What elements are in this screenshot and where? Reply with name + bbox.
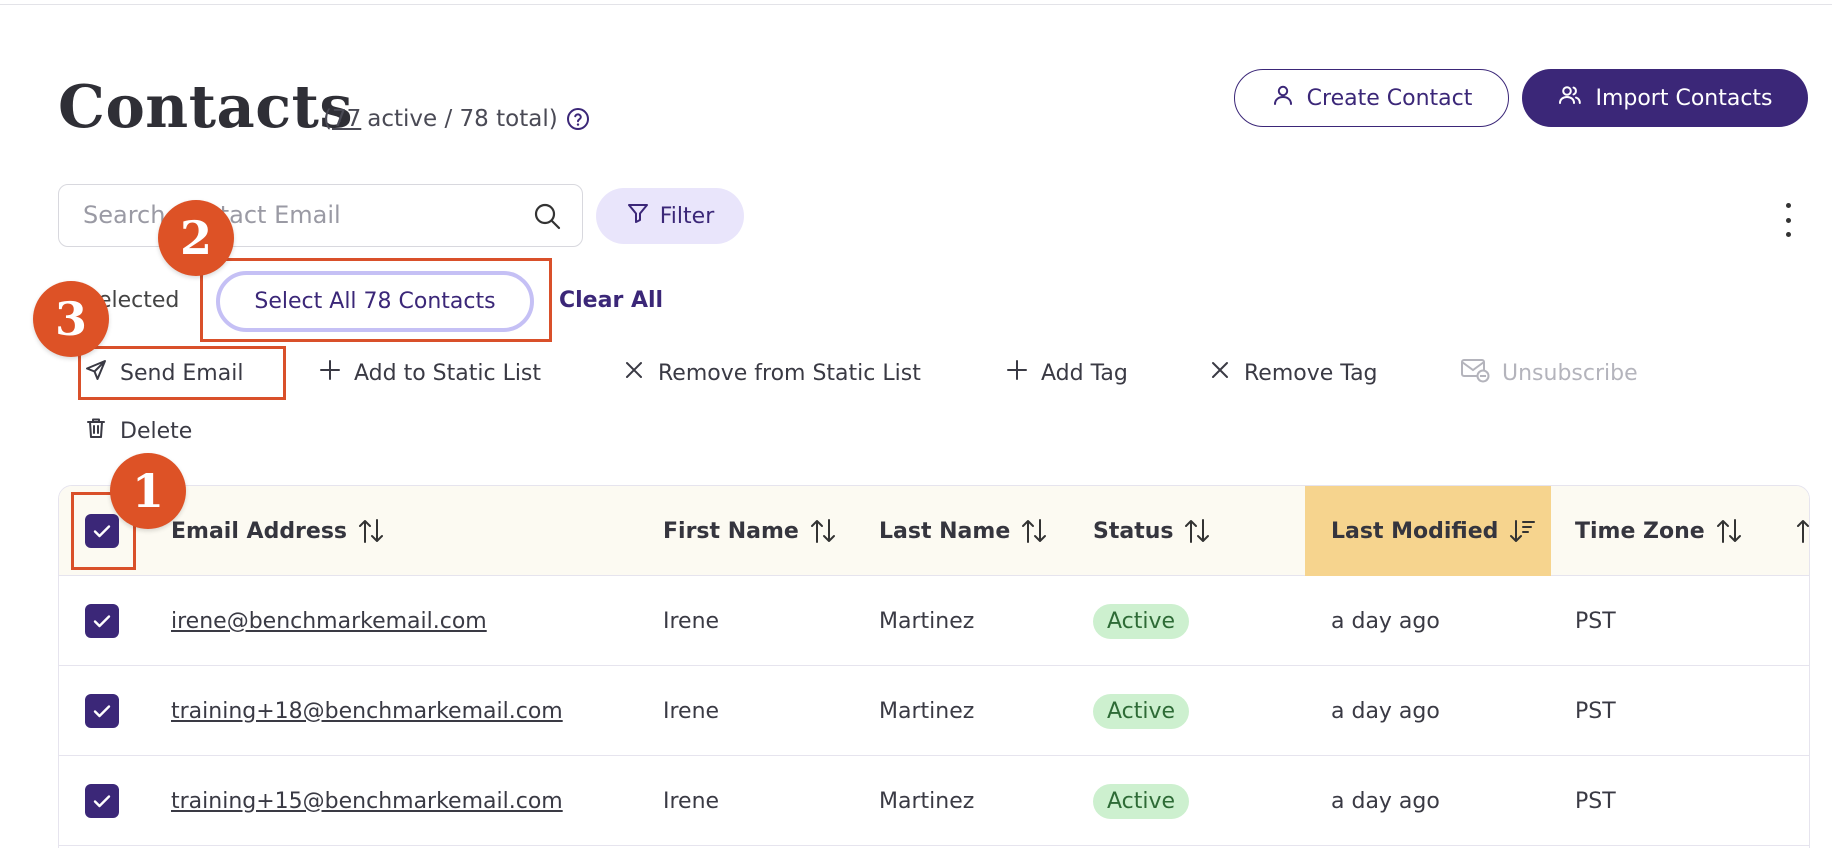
add-to-static-list-button[interactable]: Add to Static List bbox=[318, 356, 541, 390]
row-checkbox[interactable] bbox=[85, 604, 119, 638]
sort-icon bbox=[1716, 519, 1741, 543]
status-cell: Active bbox=[1093, 576, 1190, 666]
last-name-cell: Martinez bbox=[879, 698, 975, 724]
add-to-static-list-label: Add to Static List bbox=[354, 360, 542, 386]
column-header-time-zone-label: Time Zone bbox=[1575, 518, 1705, 544]
sort-descending-icon bbox=[1510, 520, 1536, 542]
search-box bbox=[58, 184, 583, 247]
status-cell: Active bbox=[1093, 756, 1190, 846]
table-row[interactable]: irene@benchmarkemail.com Irene Martinez … bbox=[59, 576, 1809, 666]
search-input[interactable] bbox=[83, 185, 523, 245]
checkmark-icon bbox=[93, 615, 111, 628]
unsubscribe-button[interactable]: Unsubscribe bbox=[1460, 356, 1638, 390]
filter-label: Filter bbox=[659, 203, 715, 229]
active-count-link[interactable]: 77 bbox=[332, 106, 361, 132]
close-icon bbox=[622, 358, 646, 388]
remove-tag-button[interactable]: Remove Tag bbox=[1208, 356, 1378, 390]
sort-icon bbox=[810, 519, 835, 543]
delete-button[interactable]: Delete bbox=[84, 414, 192, 448]
trash-icon bbox=[84, 416, 108, 446]
page-title: Contacts bbox=[58, 72, 354, 141]
plus-icon bbox=[318, 358, 342, 388]
email-link[interactable]: irene@benchmarkemail.com bbox=[171, 576, 487, 666]
sort-icon bbox=[1185, 519, 1210, 543]
column-header-email-label: Email Address bbox=[171, 518, 348, 544]
more-options-icon[interactable] bbox=[1776, 203, 1800, 237]
last-name-cell: Martinez bbox=[879, 608, 975, 634]
sort-icon bbox=[1797, 520, 1809, 543]
remove-tag-label: Remove Tag bbox=[1244, 360, 1378, 386]
plus-icon bbox=[1005, 358, 1029, 388]
close-icon bbox=[1208, 358, 1232, 388]
column-header-truncated[interactable] bbox=[1795, 486, 1809, 576]
column-header-status[interactable]: Status bbox=[1093, 486, 1211, 576]
user-icon bbox=[1271, 83, 1295, 113]
search-icon[interactable] bbox=[532, 201, 562, 235]
remove-from-static-list-button[interactable]: Remove from Static List bbox=[622, 356, 921, 390]
email-link[interactable]: training+15@benchmarkemail.com bbox=[171, 756, 563, 846]
contact-counts: ( 77 active / 78 total) bbox=[323, 106, 590, 132]
users-icon bbox=[1557, 83, 1583, 113]
annotation-badge-1: 1 bbox=[110, 453, 186, 529]
column-header-last-name[interactable]: Last Name bbox=[879, 486, 1048, 576]
sort-icon bbox=[359, 519, 384, 543]
last-modified-cell: a day ago bbox=[1331, 788, 1440, 814]
last-modified-cell: a day ago bbox=[1331, 608, 1440, 634]
status-badge: Active bbox=[1093, 783, 1190, 819]
status-badge: Active bbox=[1093, 693, 1190, 729]
checkmark-icon bbox=[93, 705, 111, 718]
column-header-last-modified[interactable]: Last Modified bbox=[1305, 486, 1551, 576]
row-checkbox[interactable] bbox=[85, 694, 119, 728]
column-header-first-name[interactable]: First Name bbox=[663, 486, 837, 576]
last-name-cell: Martinez bbox=[879, 788, 975, 814]
add-tag-label: Add Tag bbox=[1041, 360, 1128, 386]
annotation-badge-2: 2 bbox=[158, 200, 234, 276]
delete-label: Delete bbox=[120, 418, 193, 444]
mail-unsubscribe-icon bbox=[1460, 357, 1490, 389]
remove-from-static-list-label: Remove from Static List bbox=[658, 360, 921, 386]
annotation-badge-3: 3 bbox=[33, 281, 109, 357]
counts-open-paren: ( bbox=[323, 106, 332, 132]
status-cell: Active bbox=[1093, 666, 1190, 756]
checkmark-icon bbox=[93, 795, 111, 808]
filter-icon bbox=[626, 201, 650, 231]
column-header-first-name-label: First Name bbox=[663, 518, 799, 544]
contacts-table: Email Address First Name Last Name Statu… bbox=[58, 485, 1810, 848]
counts-suffix: active / 78 total) bbox=[367, 106, 558, 132]
create-contact-label: Create Contact bbox=[1306, 85, 1473, 111]
clear-all-button[interactable]: Clear All bbox=[559, 288, 663, 313]
last-modified-cell: a day ago bbox=[1331, 698, 1440, 724]
table-row[interactable]: training+15@benchmarkemail.com Irene Mar… bbox=[59, 756, 1809, 846]
table-row[interactable]: training+18@benchmarkemail.com Irene Mar… bbox=[59, 666, 1809, 756]
import-contacts-label: Import Contacts bbox=[1595, 85, 1773, 111]
table-header: Email Address First Name Last Name Statu… bbox=[59, 486, 1809, 576]
add-tag-button[interactable]: Add Tag bbox=[1005, 356, 1128, 390]
column-header-last-name-label: Last Name bbox=[879, 518, 1011, 544]
highlight-box-3 bbox=[78, 346, 286, 400]
create-contact-button[interactable]: Create Contact bbox=[1234, 69, 1509, 127]
help-icon[interactable] bbox=[566, 107, 590, 131]
time-zone-cell: PST bbox=[1575, 788, 1616, 814]
import-contacts-button[interactable]: Import Contacts bbox=[1522, 69, 1808, 127]
time-zone-cell: PST bbox=[1575, 698, 1616, 724]
first-name-cell: Irene bbox=[663, 698, 720, 724]
column-header-status-label: Status bbox=[1093, 518, 1174, 544]
sort-icon bbox=[1022, 519, 1047, 543]
top-divider bbox=[0, 4, 1832, 5]
status-badge: Active bbox=[1093, 603, 1190, 639]
filter-button[interactable]: Filter bbox=[596, 188, 744, 244]
first-name-cell: Irene bbox=[663, 788, 720, 814]
time-zone-cell: PST bbox=[1575, 608, 1616, 634]
row-checkbox[interactable] bbox=[85, 784, 119, 818]
column-header-time-zone[interactable]: Time Zone bbox=[1575, 486, 1743, 576]
column-header-email[interactable]: Email Address bbox=[171, 486, 385, 576]
column-header-last-modified-label: Last Modified bbox=[1331, 518, 1499, 544]
email-link[interactable]: training+18@benchmarkemail.com bbox=[171, 666, 563, 756]
unsubscribe-label: Unsubscribe bbox=[1502, 360, 1638, 386]
first-name-cell: Irene bbox=[663, 608, 720, 634]
highlight-box-2 bbox=[200, 258, 552, 342]
